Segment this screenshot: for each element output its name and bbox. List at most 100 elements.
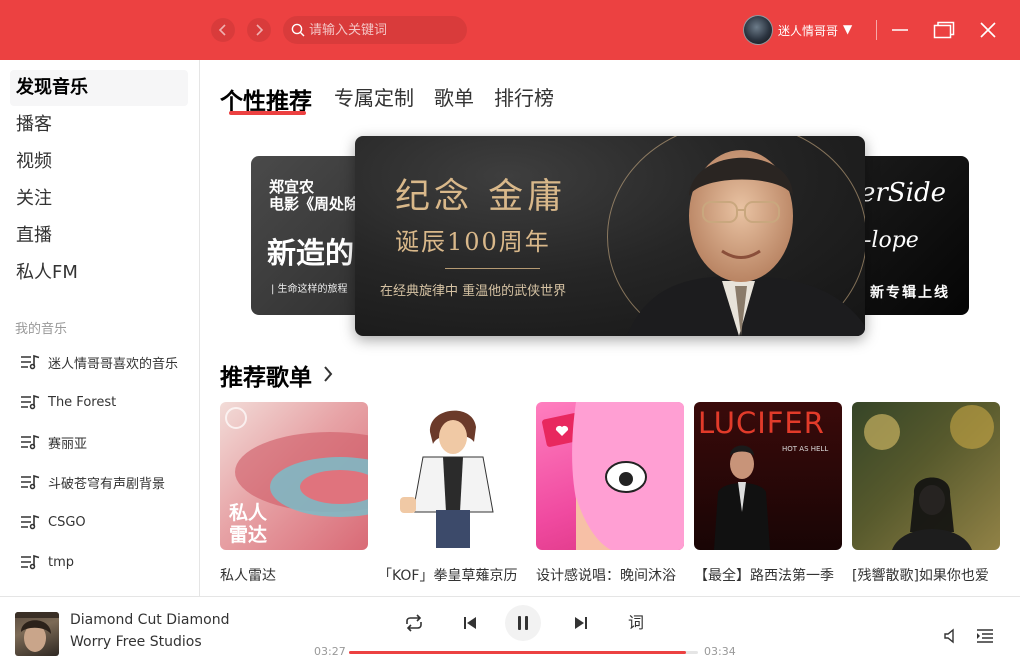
playlist-card-title[interactable]: 「KOF」拳皇草薙京历 — [378, 566, 526, 588]
banner-title: 纪念 金庸 — [395, 177, 567, 217]
title-bar: 迷人情哥哥 ▼ — [0, 0, 1020, 60]
sidebar-playlist-item[interactable]: CSGO — [20, 511, 86, 533]
portrait-image — [627, 150, 865, 336]
banner-caption: 新专辑上线 — [870, 285, 950, 301]
sidebar-item-live[interactable]: 直播 — [10, 218, 188, 254]
banner-text: erSide — [860, 178, 946, 208]
banner-slide-main[interactable]: 纪念 金庸 诞辰100周年 在经典旋律中 重温他的武侠世界 — [355, 136, 865, 336]
playlist-cover[interactable]: 私人 雷达 — [220, 402, 368, 550]
playlist-icon — [21, 514, 40, 530]
divider — [445, 268, 540, 269]
section-title[interactable]: 推荐歌单 — [220, 358, 312, 392]
minimize-icon — [892, 29, 908, 31]
sidebar-playlist-item[interactable]: 迷人情哥哥喜欢的音乐 — [20, 351, 178, 373]
repeat-button[interactable] — [402, 611, 426, 635]
playlist-icon — [21, 394, 40, 410]
now-playing-cover[interactable] — [15, 612, 59, 656]
anime-illustration — [542, 402, 684, 550]
playlist-icon — [21, 554, 40, 570]
player-bar: Diamond Cut Diamond Worry Free Studios 词… — [0, 596, 1020, 670]
search-input[interactable] — [309, 22, 459, 38]
track-artist[interactable]: Worry Free Studios — [70, 634, 202, 650]
tab-charts[interactable]: 排行榜 — [494, 82, 554, 116]
forward-button[interactable] — [247, 18, 271, 42]
pause-button[interactable] — [505, 605, 541, 641]
banner-caption: | 生命这样的旅程 — [271, 284, 348, 295]
playlist-label: 迷人情哥哥喜欢的音乐 — [48, 356, 179, 372]
playlist-cover[interactable] — [536, 402, 684, 550]
chevron-right-icon[interactable] — [322, 364, 334, 384]
playlist-label: tmp — [48, 554, 75, 570]
sidebar-playlist-item[interactable]: 斗破苍穹有声剧背景 — [20, 471, 165, 493]
search-icon — [291, 23, 305, 37]
playlist-cover[interactable] — [852, 402, 1000, 550]
section-label: 我的音乐 — [15, 322, 68, 337]
close-icon — [980, 22, 996, 38]
banner-subtitle: 诞辰100周年 — [395, 228, 551, 256]
playlist-icon — [21, 434, 40, 450]
playlist-card-title[interactable]: 【最全】路西法第一季 — [694, 566, 842, 588]
figure-illustration — [714, 445, 770, 550]
avatar[interactable] — [743, 15, 773, 45]
banner-text: 电影《周处除 — [269, 195, 360, 213]
chevron-left-icon — [218, 24, 226, 36]
duration-time: 03:34 — [704, 645, 736, 658]
playlist-card[interactable]: 设计感说唱：晚间沐浴 — [536, 402, 684, 588]
banner-caption: 在经典旋律中 重温他的武侠世界 — [380, 284, 567, 299]
caret-down-icon[interactable]: ▼ — [843, 22, 852, 36]
tab-playlists[interactable]: 歌单 — [434, 82, 474, 116]
active-tab-indicator — [229, 111, 306, 115]
album-art — [15, 612, 59, 652]
sidebar: 发现音乐 播客 视频 关注 直播 私人FM 我的音乐 迷人情哥哥喜欢的音乐 Th… — [0, 60, 200, 596]
playlist-cover[interactable]: LUCIFER HOT AS HELL — [694, 402, 842, 550]
back-button[interactable] — [211, 18, 235, 42]
playlist-label: CSGO — [48, 514, 86, 530]
tab-custom[interactable]: 专属定制 — [334, 82, 414, 116]
sidebar-item-podcast[interactable]: 播客 — [10, 107, 188, 143]
maximize-icon — [933, 21, 955, 39]
volume-icon — [944, 628, 954, 644]
banner-headline: 新造的 — [267, 236, 355, 270]
lyrics-button[interactable]: 词 — [626, 609, 646, 633]
close-button[interactable] — [976, 18, 1000, 42]
sidebar-item-fm[interactable]: 私人FM — [10, 255, 188, 291]
pause-icon — [518, 616, 528, 630]
sidebar-item-follow[interactable]: 关注 — [10, 181, 188, 217]
playlist-queue-button[interactable] — [974, 625, 996, 647]
queue-icon — [977, 629, 993, 643]
divider — [876, 20, 877, 40]
track-title[interactable]: Diamond Cut Diamond — [70, 612, 229, 628]
sidebar-item-video[interactable]: 视频 — [10, 144, 188, 180]
playlist-card[interactable]: [残響散歌]如果你也爱 — [852, 402, 1000, 588]
playlist-label: The Forest — [48, 394, 117, 410]
sidebar-playlist-item[interactable]: 赛丽亚 — [20, 431, 87, 453]
photo-illustration — [852, 402, 1000, 550]
cover-text: 雷达 — [229, 524, 268, 546]
sidebar-item-discover[interactable]: 发现音乐 — [10, 70, 188, 106]
playlist-card[interactable]: 私人 雷达 私人雷达 — [220, 402, 368, 588]
progress-bar[interactable] — [349, 651, 698, 654]
sidebar-playlist-item[interactable]: tmp — [20, 551, 74, 573]
playlist-label: 赛丽亚 — [48, 436, 88, 452]
playlist-cover[interactable] — [378, 402, 526, 550]
minimize-button[interactable] — [888, 18, 912, 42]
playlist-card-title[interactable]: 私人雷达 — [220, 566, 368, 588]
username[interactable]: 迷人情哥哥 — [778, 22, 838, 39]
previous-button[interactable] — [458, 611, 482, 635]
elapsed-time: 03:27 — [314, 645, 346, 658]
playlist-card[interactable]: LUCIFER HOT AS HELL 【最全】路西法第一季 — [694, 402, 842, 588]
maximize-button[interactable] — [932, 18, 956, 42]
volume-button[interactable] — [940, 625, 962, 647]
playlist-label: 斗破苍穹有声剧背景 — [48, 476, 166, 492]
skip-next-icon — [575, 617, 587, 629]
playlist-card-title[interactable]: [残響散歌]如果你也爱 — [852, 566, 1000, 588]
skip-previous-icon — [464, 617, 476, 629]
sidebar-playlist-item[interactable]: The Forest — [20, 391, 116, 413]
playlist-icon — [21, 354, 40, 370]
playlist-card-title[interactable]: 设计感说唱：晚间沐浴 — [536, 566, 684, 588]
chevron-right-icon — [256, 24, 264, 36]
next-button[interactable] — [569, 611, 593, 635]
search-box[interactable] — [283, 16, 467, 44]
playlist-card[interactable]: 「KOF」拳皇草薙京历 — [378, 402, 526, 588]
playlist-icon — [21, 474, 40, 490]
